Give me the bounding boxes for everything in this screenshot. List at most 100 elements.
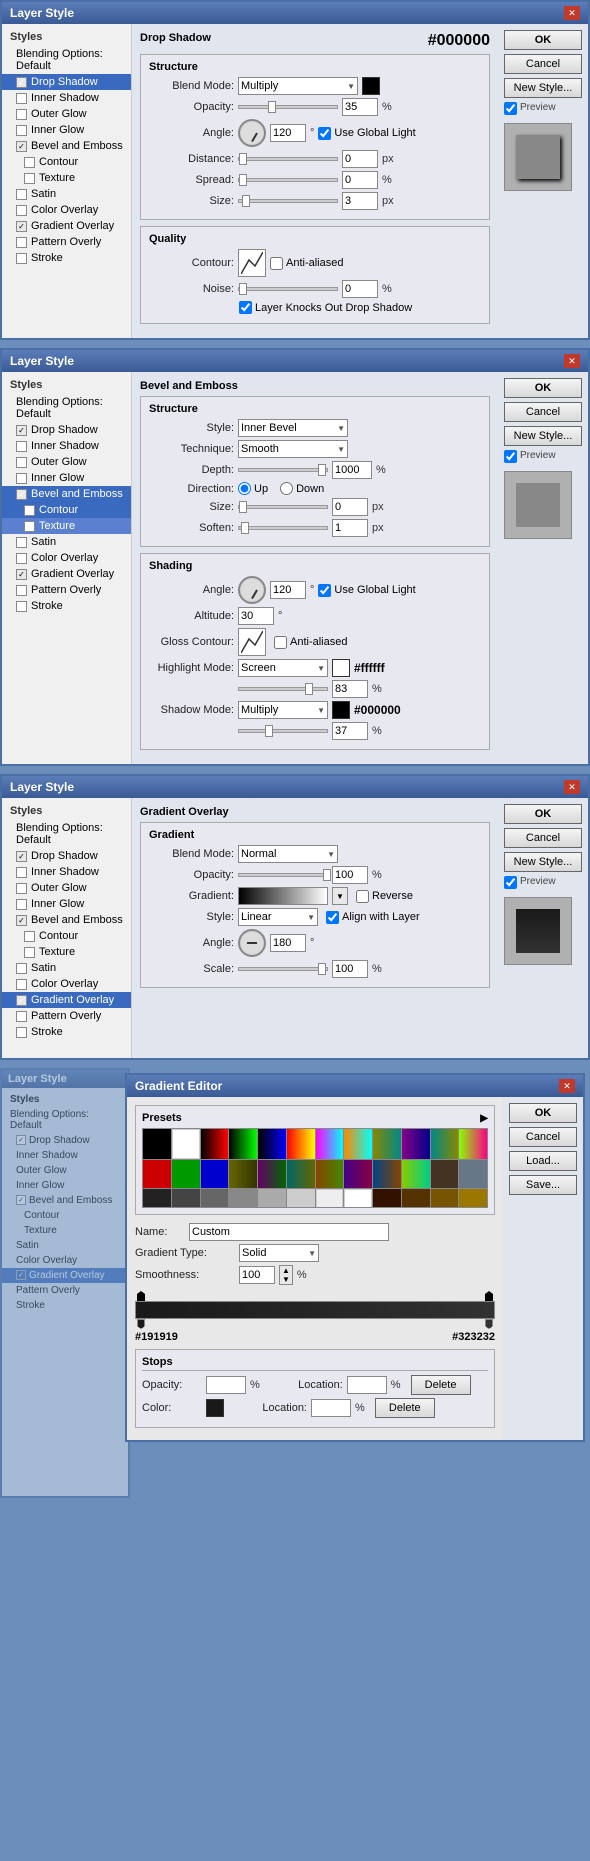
shadow-color-swatch-2[interactable] xyxy=(332,701,350,719)
cb-inner-shadow-1[interactable] xyxy=(16,93,27,104)
color-stop-left-icon[interactable] xyxy=(137,1319,145,1329)
cb-stroke-1[interactable] xyxy=(16,253,27,264)
cb-satin-2[interactable] xyxy=(16,537,27,548)
go-opacity-input[interactable] xyxy=(332,866,368,884)
preset-13[interactable] xyxy=(172,1160,200,1188)
size-slider-1[interactable] xyxy=(238,199,338,203)
preset-1[interactable] xyxy=(172,1129,200,1159)
dir-down-label-2[interactable]: Down xyxy=(280,482,324,495)
preset-12[interactable] xyxy=(143,1160,171,1188)
cb-satin-3[interactable] xyxy=(16,963,27,974)
dir-up-radio-2[interactable] xyxy=(238,482,251,495)
sh-angle-input-2[interactable] xyxy=(270,581,306,599)
cancel-button-2[interactable]: Cancel xyxy=(504,402,582,422)
noise-input-1[interactable] xyxy=(342,280,378,298)
preset-32[interactable] xyxy=(373,1189,401,1209)
preset-15[interactable] xyxy=(229,1160,257,1188)
sidebar-inner-shadow-2[interactable]: Inner Shadow xyxy=(2,438,131,454)
ok-button-3[interactable]: OK xyxy=(504,804,582,824)
sidebar-stroke-2[interactable]: Stroke xyxy=(2,598,131,614)
preset-26[interactable] xyxy=(201,1189,229,1209)
preset-21[interactable] xyxy=(402,1160,430,1188)
sidebar-color-overlay-3[interactable]: Color Overlay xyxy=(2,976,131,992)
knocks-out-cb-1[interactable] xyxy=(239,301,252,314)
cb-pattern-overlay-3[interactable] xyxy=(16,1011,27,1022)
spread-input-1[interactable] xyxy=(342,171,378,189)
cb-inner-glow-1[interactable] xyxy=(16,125,27,136)
noise-slider-1[interactable] xyxy=(238,287,338,291)
preset-2[interactable] xyxy=(201,1129,229,1159)
sidebar-inner-glow-3[interactable]: Inner Glow xyxy=(2,896,131,912)
cb-texture-3[interactable] xyxy=(24,947,35,958)
preset-23[interactable] xyxy=(459,1160,487,1188)
soften-slider-2[interactable] xyxy=(238,526,328,530)
gradient-editor-close[interactable]: ✕ xyxy=(559,1079,575,1093)
close-button-2[interactable]: ✕ xyxy=(564,354,580,368)
cb-color-overlay-3[interactable] xyxy=(16,979,27,990)
cb-bevel-3[interactable] xyxy=(16,915,27,926)
preset-18[interactable] xyxy=(316,1160,344,1188)
altitude-input-2[interactable] xyxy=(238,607,274,625)
sidebar-pattern-overlay-1[interactable]: Pattern Overly xyxy=(2,234,131,250)
style-select-wrap-2[interactable]: Inner Bevel xyxy=(238,419,348,437)
sidebar-gradient-overlay-1[interactable]: Gradient Overlay xyxy=(2,218,131,234)
shadow-opacity-slider-2[interactable] xyxy=(238,729,328,733)
stops-opacity-input[interactable] xyxy=(206,1376,246,1394)
shadow-opacity-input-2[interactable] xyxy=(332,722,368,740)
go-style-select-wrap[interactable]: Linear xyxy=(238,908,318,926)
sh-global-light-cb-2[interactable] xyxy=(318,584,331,597)
gloss-anti-alias-check-2[interactable]: Anti-aliased xyxy=(274,636,347,649)
sidebar-outer-glow-2[interactable]: Outer Glow xyxy=(2,454,131,470)
preset-25[interactable] xyxy=(172,1189,200,1209)
go-align-layer-check[interactable]: Align with Layer xyxy=(326,911,420,924)
size-slider-2[interactable] xyxy=(238,505,328,509)
sidebar-texture-2[interactable]: Texture xyxy=(2,518,131,534)
cb-pattern-overlay-1[interactable] xyxy=(16,237,27,248)
soften-input-2[interactable] xyxy=(332,519,368,537)
ge-cancel-button[interactable]: Cancel xyxy=(509,1127,577,1147)
preset-8[interactable] xyxy=(373,1129,401,1159)
blend-mode-select-wrap-1[interactable]: Multiply xyxy=(238,77,358,95)
go-gradient-preview[interactable] xyxy=(238,887,328,905)
preset-4[interactable] xyxy=(258,1129,286,1159)
shadow-mode-select-wrap-2[interactable]: Multiply xyxy=(238,701,328,719)
sidebar-inner-glow-1[interactable]: Inner Glow xyxy=(2,122,131,138)
global-light-check-1[interactable]: Use Global Light xyxy=(318,127,415,140)
preset-31[interactable] xyxy=(344,1189,372,1209)
opacity-slider-1[interactable] xyxy=(238,105,338,109)
sidebar-color-overlay-1[interactable]: Color Overlay xyxy=(2,202,131,218)
ok-button-2[interactable]: OK xyxy=(504,378,582,398)
sidebar-blending-1[interactable]: Blending Options: Default xyxy=(2,46,131,74)
cb-outer-glow-3[interactable] xyxy=(16,883,27,894)
sidebar-contour-2[interactable]: Contour xyxy=(2,502,131,518)
go-scale-input[interactable] xyxy=(332,960,368,978)
blend-mode-select-1[interactable]: Multiply xyxy=(238,77,358,95)
sh-angle-dial-2[interactable] xyxy=(238,576,266,604)
sidebar-gradient-overlay-3[interactable]: Gradient Overlay xyxy=(2,992,131,1008)
preset-0[interactable] xyxy=(143,1129,171,1159)
sidebar-bevel-3[interactable]: Bevel and Emboss xyxy=(2,912,131,928)
preview-check-2[interactable]: Preview xyxy=(504,450,582,463)
gloss-anti-alias-cb-2[interactable] xyxy=(274,636,287,649)
preset-35[interactable] xyxy=(459,1189,487,1209)
stops-delete-btn-1[interactable]: Delete xyxy=(411,1375,471,1395)
cb-bevel-2[interactable] xyxy=(16,489,27,500)
cb-bevel-1[interactable] xyxy=(16,141,27,152)
cb-contour-2[interactable] xyxy=(24,505,35,516)
shadow-mode-select-2[interactable]: Multiply xyxy=(238,701,328,719)
sh-global-light-check-2[interactable]: Use Global Light xyxy=(318,584,415,597)
sidebar-color-overlay-2[interactable]: Color Overlay xyxy=(2,550,131,566)
sidebar-outer-glow-1[interactable]: Outer Glow xyxy=(2,106,131,122)
close-button-3[interactable]: ✕ xyxy=(564,780,580,794)
cb-inner-glow-3[interactable] xyxy=(16,899,27,910)
preview-cb-2[interactable] xyxy=(504,450,517,463)
angle-input-1[interactable] xyxy=(270,124,306,142)
highlight-color-swatch-2[interactable] xyxy=(332,659,350,677)
preset-14[interactable] xyxy=(201,1160,229,1188)
preset-27[interactable] xyxy=(229,1189,257,1209)
go-angle-dial[interactable] xyxy=(238,929,266,957)
sidebar-stroke-1[interactable]: Stroke xyxy=(2,250,131,266)
preset-6[interactable] xyxy=(316,1129,344,1159)
sidebar-gradient-overlay-2[interactable]: Gradient Overlay xyxy=(2,566,131,582)
cb-stroke-3[interactable] xyxy=(16,1027,27,1038)
